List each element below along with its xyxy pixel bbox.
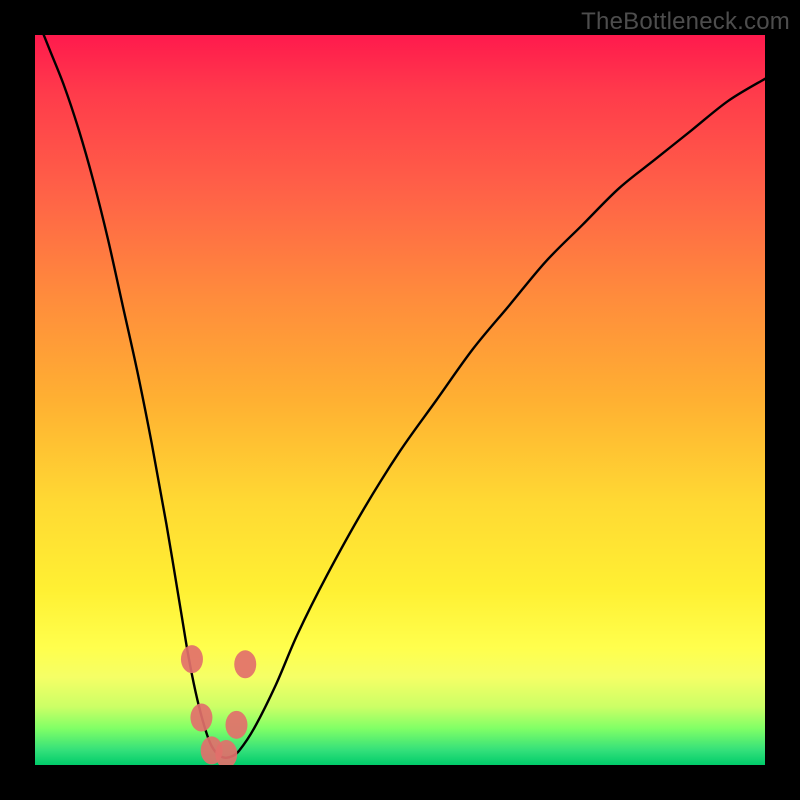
curve-marker (181, 645, 203, 673)
curve-marker (190, 704, 212, 732)
chart-frame: TheBottleneck.com (0, 0, 800, 800)
curve-marker (225, 711, 247, 739)
curve-markers (181, 645, 256, 765)
bottleneck-curve (35, 35, 765, 758)
watermark-text: TheBottleneck.com (581, 8, 790, 36)
curve-layer (35, 35, 765, 765)
curve-marker (234, 650, 256, 678)
plot-area (35, 35, 765, 765)
